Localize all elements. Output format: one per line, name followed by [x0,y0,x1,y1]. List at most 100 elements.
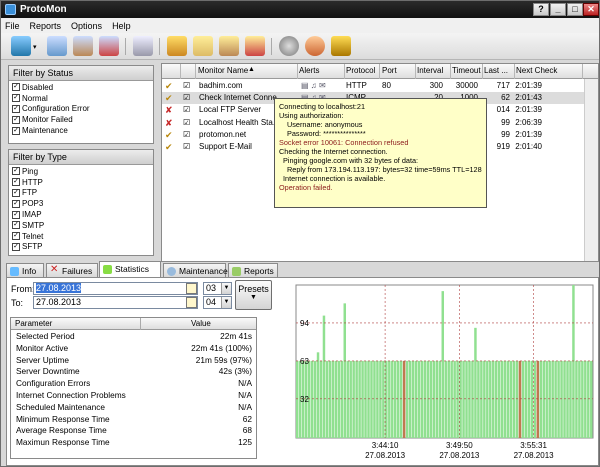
chart-bar [560,360,563,438]
type-filter-item[interactable]: ✓ SMTP [9,220,153,231]
col-parameter[interactable]: Parameter [15,319,52,328]
to-date-input[interactable]: 27.08.2013 [33,296,198,309]
chart-bar [322,315,326,438]
monitor-delete-icon[interactable] [99,36,119,56]
type-filter-item[interactable]: ✓ SFTP [9,242,153,253]
col-value[interactable]: Value [191,319,211,328]
col-next-check[interactable]: Next Check [516,66,557,75]
checkbox[interactable]: ☑ [183,93,190,102]
tab-reports[interactable]: Reports [228,263,278,277]
monitor-edit-icon[interactable] [73,36,93,56]
menu-options[interactable]: Options [71,21,102,31]
parameter-name: Scheduled Maintenance [16,401,106,412]
menu-help[interactable]: Help [112,21,131,31]
tab-failures[interactable]: ✕ Failures [46,263,98,277]
status-filter-item[interactable]: ✓ Disabled [9,82,153,93]
checkbox[interactable]: ✓ [12,188,20,197]
statistics-table-header: Parameter Value [11,318,256,330]
tab-statistics[interactable]: Statistics [99,261,161,277]
checkbox[interactable]: ☑ [183,130,190,139]
checkbox[interactable]: ☑ [183,118,190,127]
col-monitor-name[interactable]: Monitor Name [198,66,248,75]
type-filter-item[interactable]: ✓ Ping [9,166,153,177]
checkbox[interactable]: ☑ [183,142,190,151]
menu-reports[interactable]: Reports [30,21,62,31]
chart-bar [557,360,560,438]
monitor-add-icon[interactable] [11,36,31,56]
col-protocol[interactable]: Protocol [346,66,375,75]
group-add-icon[interactable] [167,36,187,56]
checkbox[interactable]: ✓ [12,199,20,208]
help-button[interactable]: ? [533,3,549,16]
checkbox[interactable]: ✓ [12,221,20,230]
monitor-clone-icon[interactable] [47,36,67,56]
chart-bar [566,360,569,438]
grid-scrollbar[interactable] [584,79,598,261]
calendar-icon[interactable] [186,297,197,308]
from-label: From: [11,284,35,294]
menu-bar: File Reports Options Help [1,18,599,33]
grid-header: Monitor Name ▲ Alerts Protocol Port Inte… [162,64,598,79]
folder-icon[interactable] [193,36,213,56]
type-filter-label: Ping [22,166,39,176]
chart-bar [492,360,495,438]
tab-info[interactable]: Info [6,263,44,277]
chart-x-tick-time: 3:55:31 [520,441,547,450]
checkbox[interactable]: ☑ [183,81,190,90]
checkbox[interactable]: ☑ [183,105,190,114]
minimize-button[interactable]: _ [550,3,566,16]
checkbox[interactable]: ✓ [12,115,20,124]
tab-maintenance[interactable]: Maintenance [163,263,228,277]
table-row[interactable]: ✔ ☑ badhim.com HTTP 80 300 30000 717 2:01:39 ▤ ♫ … [162,80,598,92]
settings-icon[interactable] [279,36,299,56]
chart-bar [331,360,335,438]
menu-file[interactable]: File [5,21,20,31]
chevron-down-icon: ▼ [250,294,257,301]
presets-button[interactable]: Presets ▼ [235,280,272,310]
calendar-icon[interactable] [186,283,197,294]
checkbox[interactable]: ✓ [12,126,20,135]
checkbox[interactable]: ✓ [12,232,20,241]
checkbox[interactable]: ✓ [12,83,20,92]
checkbox[interactable]: ✓ [12,104,20,113]
type-filter-item[interactable]: ✓ IMAP [9,209,153,220]
checkbox[interactable]: ✓ [12,94,20,103]
col-interval[interactable]: Interval [417,66,443,75]
chart-bar [414,360,418,438]
checkbox[interactable]: ✓ [12,210,20,219]
chevron-down-icon[interactable]: ▾ [33,43,37,51]
to-hour-select[interactable]: 04 ▼ [203,296,232,309]
tooltip-line: Pinging google.com with 32 bytes of data… [283,156,419,165]
group-delete-icon[interactable] [245,36,265,56]
maximize-button[interactable]: □ [567,3,583,16]
chart-bar [548,360,551,438]
chart-icon [103,265,112,274]
col-last[interactable]: Last ... [484,66,508,75]
col-timeout[interactable]: Timeout [452,66,481,75]
type-filter-item[interactable]: ✓ Telnet [9,231,153,242]
type-filter-item[interactable]: ✓ FTP [9,188,153,199]
from-hour-select[interactable]: 03 ▼ [203,282,232,295]
chart-x-tick-time: 3:44:10 [372,441,399,450]
chart-bar [328,360,332,438]
status-filter-item[interactable]: ✓ Monitor Failed [9,114,153,125]
cell-next-check: 2:06:39 [515,117,542,127]
from-date-input[interactable]: 27.08.2013 [33,282,198,295]
status-filter-list: ✓ Disabled ✓ Normal ✓ Configuration Error ✓ Mon… [9,81,153,136]
checkbox[interactable]: ✓ [12,167,20,176]
group-edit-icon[interactable] [219,36,239,56]
col-alerts[interactable]: Alerts [299,66,319,75]
type-filter-item[interactable]: ✓ POP3 [9,198,153,209]
close-button[interactable]: ✕ [583,3,599,16]
status-filter-item[interactable]: ✓ Configuration Error [9,104,153,115]
user-icon[interactable] [305,36,325,56]
checkbox[interactable]: ✓ [12,178,20,187]
chart-bar [536,360,540,438]
type-filter-item[interactable]: ✓ HTTP [9,177,153,188]
help-book-icon[interactable] [331,36,351,56]
checkbox[interactable]: ✓ [12,242,20,251]
note-icon[interactable] [133,36,153,56]
status-filter-item[interactable]: ✓ Maintenance [9,125,153,136]
col-port[interactable]: Port [382,66,397,75]
status-filter-item[interactable]: ✓ Normal [9,93,153,104]
